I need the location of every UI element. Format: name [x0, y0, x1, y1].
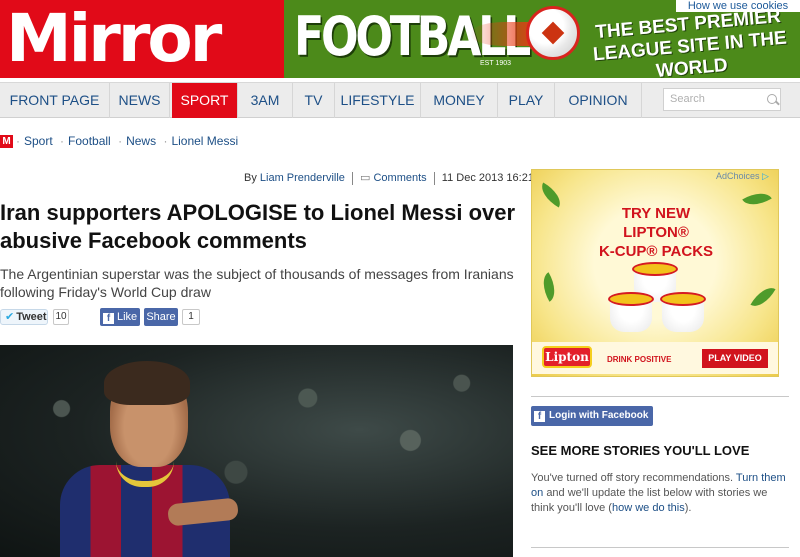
nav-news[interactable]: NEWS — [110, 83, 170, 118]
search-icon[interactable] — [767, 94, 777, 104]
ad-headline: TRY NEW LIPTON® K-CUP® PACKS — [598, 205, 714, 260]
adchoices-icon: ▷ — [762, 171, 769, 181]
mirror-badge-icon[interactable]: M — [0, 135, 13, 148]
byline-prefix: By — [244, 172, 257, 184]
tweet-button[interactable]: ✔ Tweet — [0, 309, 48, 325]
facebook-icon: f — [534, 411, 545, 422]
divider — [531, 547, 789, 548]
adchoices-link[interactable]: AdChoices ▷ — [716, 171, 769, 182]
nav-3am[interactable]: 3AM — [238, 83, 293, 118]
drink-positive-slogan: DRINK POSITIVE — [607, 355, 672, 364]
breadcrumb-news[interactable]: News — [126, 134, 156, 148]
breadcrumb-sport[interactable]: Sport — [24, 134, 53, 148]
nav-play[interactable]: PLAY — [498, 83, 555, 118]
nav-lifestyle[interactable]: LIFESTYLE — [335, 83, 421, 118]
nav-front-page[interactable]: FRONT PAGE — [0, 83, 110, 118]
k-cup-lid-icon — [608, 292, 654, 306]
article-headline: Iran supporters APOLOGISE to Lionel Mess… — [0, 200, 516, 253]
facebook-share-button[interactable]: Share — [144, 308, 178, 326]
breadcrumb-football[interactable]: Football — [68, 134, 111, 148]
twitter-bird-icon: ✔ — [5, 311, 15, 323]
nav-opinion[interactable]: OPINION — [555, 83, 642, 118]
breadcrumb: · Sport · Football · News · Lionel Messi — [16, 134, 239, 148]
mirror-logo[interactable]: Mirror — [0, 0, 284, 78]
football-icon — [526, 6, 580, 60]
tweet-count: 10 — [53, 309, 69, 325]
cookies-link[interactable]: How we use cookies — [676, 0, 800, 12]
article-standfirst: The Argentinian superstar was the subjec… — [0, 266, 514, 300]
messi-photo[interactable] — [0, 345, 513, 557]
comment-icon: ▭ — [360, 172, 371, 184]
share-count: 1 — [182, 309, 200, 325]
comments-link[interactable]: Comments — [373, 172, 426, 184]
facebook-icon: f — [103, 313, 114, 324]
publish-date: 11 Dec 2013 16:21 — [441, 172, 534, 184]
search-input[interactable]: Search — [663, 88, 781, 111]
login-with-facebook-button[interactable]: f Login with Facebook — [531, 406, 653, 426]
divider — [531, 396, 789, 397]
k-cup-lid-icon — [660, 292, 706, 306]
recommendations-text: You've turned off story recommendations.… — [531, 472, 786, 514]
k-cup-lid-icon — [632, 262, 678, 276]
leaf-icon — [536, 272, 562, 302]
lipton-advert[interactable]: TRY NEW LIPTON® K-CUP® PACKS Lipton DRIN… — [531, 169, 779, 377]
lipton-logo: Lipton — [542, 346, 592, 368]
nav-sport[interactable]: SPORT — [172, 83, 238, 118]
nav-tv[interactable]: TV — [293, 83, 335, 118]
how-we-do-this-link[interactable]: how we do this — [612, 502, 685, 514]
breadcrumb-lionel-messi[interactable]: Lionel Messi — [171, 134, 238, 148]
byline: By Liam Prenderville ▭ Comments 11 Dec 2… — [244, 171, 534, 185]
author-link[interactable]: Liam Prenderville — [260, 172, 345, 184]
facebook-like-button[interactable]: f Like — [100, 308, 140, 326]
nav-money[interactable]: MONEY — [421, 83, 498, 118]
tagline: THE BEST PREMIER LEAGUE SITE IN THE WORL… — [592, 6, 788, 78]
play-video-button[interactable]: PLAY VIDEO — [702, 349, 768, 368]
see-more-heading: SEE MORE STORIES YOU'LL LOVE — [531, 443, 750, 458]
leaf-icon — [750, 282, 776, 312]
player-hair — [104, 361, 190, 405]
est-label: EST 1903 — [480, 60, 512, 67]
